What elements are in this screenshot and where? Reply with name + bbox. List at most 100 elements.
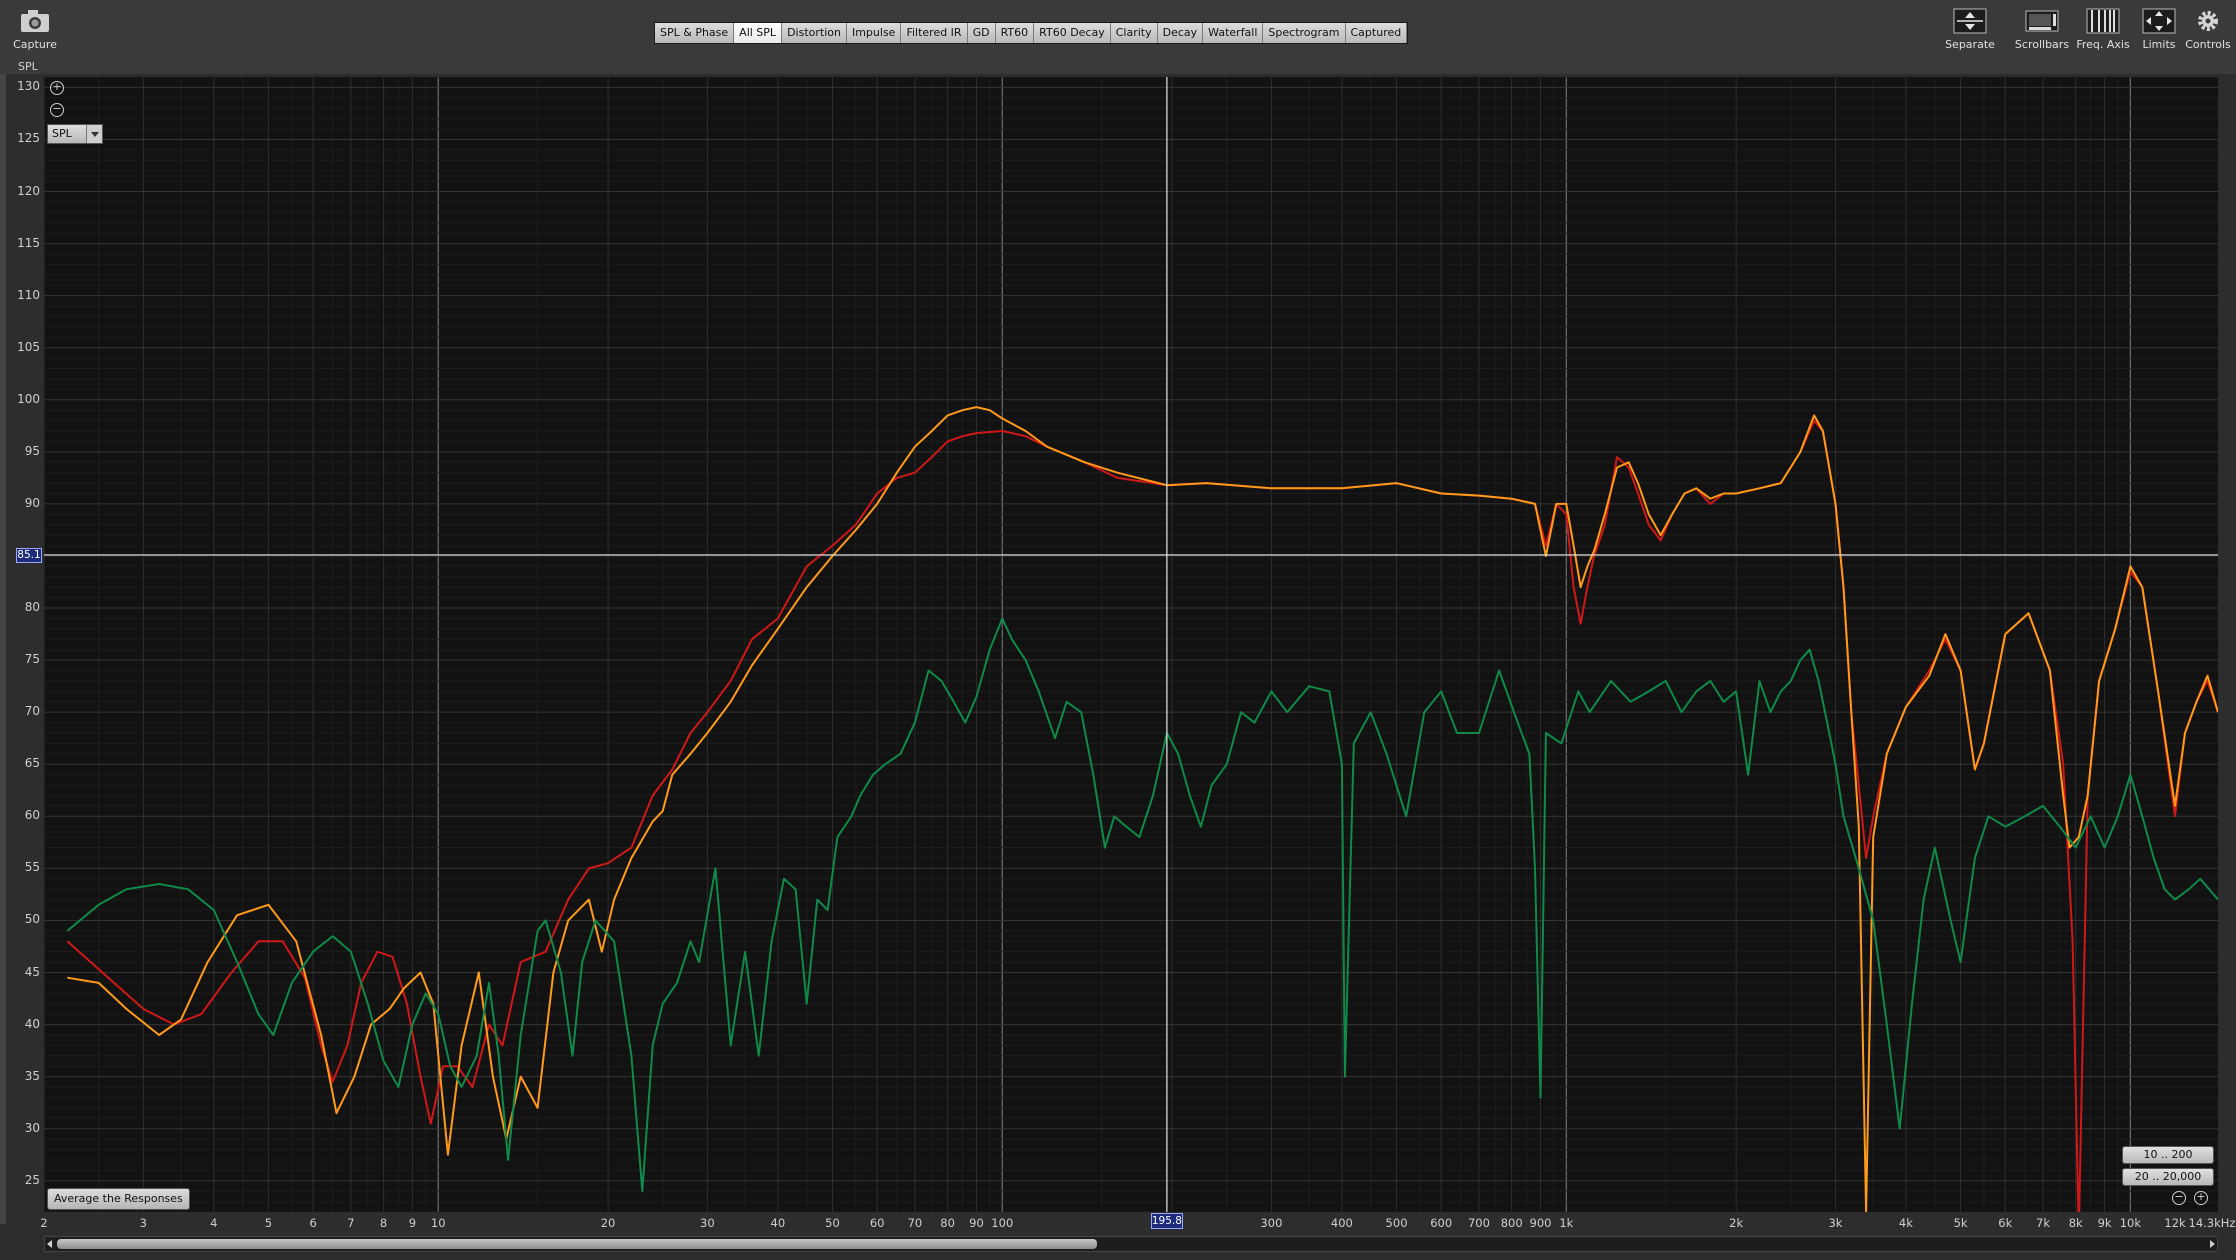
series-line-2 (66, 617, 2218, 1193)
tab-rt60[interactable]: RT60 (995, 23, 1035, 43)
x-tick-label: 20 (600, 1216, 616, 1230)
y-tick-label: 110 (17, 287, 40, 302)
x-tick-label: 5k (1953, 1216, 1968, 1230)
chevron-down-icon (86, 125, 102, 143)
y-tick-label: 55 (24, 860, 40, 875)
y-tick-label: 50 (24, 912, 40, 927)
y-tick-label: 60 (24, 808, 40, 823)
spl-chart (44, 77, 2218, 1212)
y-tick-label: 115 (17, 235, 40, 250)
limits-icon (2142, 8, 2176, 34)
range-20-20000-button[interactable]: 20 .. 20,000 (2122, 1168, 2214, 1186)
cursor-x-readout: 195.8 (1150, 1213, 1183, 1229)
x-tick-label: 8k (2068, 1216, 2083, 1230)
x-tick-label: 300 (1260, 1216, 1283, 1230)
tab-impulse[interactable]: Impulse (846, 23, 902, 43)
y-tick-label: 30 (24, 1120, 40, 1135)
capture-label: Capture (13, 38, 57, 51)
x-tick-label: 900 (1529, 1216, 1552, 1230)
x-tick-label: 40 (770, 1216, 786, 1230)
scroll-left-icon[interactable] (47, 1240, 52, 1248)
tab-waterfall[interactable]: Waterfall (1203, 23, 1264, 43)
y-tick-label: 25 (24, 1172, 40, 1187)
tab-clarity[interactable]: Clarity (1110, 23, 1158, 43)
tab-decay[interactable]: Decay (1157, 23, 1204, 43)
gear-icon (2198, 11, 2218, 31)
x-tick-label: 3 (139, 1216, 147, 1230)
average-responses-button[interactable]: Average the Responses (47, 1188, 190, 1210)
x-tick-label: 10 (430, 1216, 446, 1230)
tab-distortion[interactable]: Distortion (782, 23, 847, 43)
zoom-in-y-icon[interactable]: + (50, 81, 64, 95)
y-tick-label: 40 (24, 1016, 40, 1031)
y-tick-label: 70 (24, 704, 40, 719)
top-toolbar: Capture SPL & Phase All SPL Distortion Impu… (0, 0, 2236, 74)
y-tick-label: 95 (24, 443, 40, 458)
y-tick-label: 130 (17, 79, 40, 94)
controls-button[interactable]: Controls (2173, 8, 2236, 68)
scrollbars-label: Scrollbars (2014, 38, 2070, 51)
y-tick-label: 45 (24, 964, 40, 979)
scrollbar-thumb[interactable] (57, 1239, 1097, 1249)
x-tick-label: 30 (700, 1216, 715, 1230)
y-tick-label: 35 (24, 1068, 40, 1083)
tab-rt60-decay[interactable]: RT60 Decay (1034, 23, 1111, 43)
x-tick-label: 80 (940, 1216, 955, 1230)
horizontal-scrollbar[interactable] (44, 1236, 2218, 1252)
tab-filtered-ir[interactable]: Filtered IR (901, 23, 968, 43)
x-tick-label: 90 (969, 1216, 984, 1230)
y-tick-label: 125 (17, 131, 40, 146)
x-tick-label: 9k (2097, 1216, 2112, 1230)
controls-label: Controls (2185, 38, 2231, 51)
capture-button[interactable]: Capture (0, 8, 70, 68)
range-10-200-button[interactable]: 10 .. 200 (2122, 1146, 2214, 1164)
tab-all-spl[interactable]: All SPL (734, 23, 783, 43)
y-tick-label: 90 (24, 495, 40, 510)
y-axis-unit-label: SPL (18, 60, 38, 73)
zoom-out-y-icon[interactable]: − (50, 103, 64, 117)
y-tick-label: 65 (24, 756, 40, 771)
spl-dropdown-value: SPL (52, 127, 72, 140)
zoom-in-x-icon[interactable]: + (2194, 1191, 2208, 1205)
x-tick-label: 10k (2119, 1216, 2142, 1230)
scrollbars-button[interactable]: Scrollbars (2007, 8, 2077, 68)
x-tick-label: 70 (907, 1216, 923, 1230)
tab-spectrogram[interactable]: Spectrogram (1263, 23, 1346, 43)
x-tick-label: 500 (1385, 1216, 1408, 1230)
zoom-out-x-icon[interactable]: − (2172, 1191, 2186, 1205)
x-tick-label: 12k (2164, 1216, 2186, 1230)
tab-gd[interactable]: GD (967, 23, 996, 43)
x-tick-label: 100 (991, 1216, 1014, 1230)
x-tick-label: 4k (1898, 1216, 1913, 1230)
x-tick-label: 60 (869, 1216, 885, 1230)
x-tick-label: 800 (1500, 1216, 1523, 1230)
x-tick-label: 8 (379, 1216, 388, 1230)
tab-captured[interactable]: Captured (1345, 23, 1408, 43)
left-panel-strip (0, 74, 6, 1224)
y-tick-label: 80 (24, 600, 40, 615)
plot-area[interactable] (44, 77, 2218, 1212)
app-window: Capture SPL & Phase All SPL Distortion Impu… (0, 0, 2236, 1260)
separate-label: Separate (1945, 38, 1995, 51)
x-tick-label: 2k (1729, 1216, 1744, 1230)
x-tick-label: 4 (210, 1216, 218, 1230)
x-tick-label: 1k (1559, 1216, 1574, 1230)
x-tick-label: 2 (40, 1216, 48, 1230)
spl-dropdown[interactable]: SPL (47, 124, 103, 144)
y-tick-label: 100 (17, 391, 40, 406)
cursor-y-readout: 85.1 (16, 547, 42, 563)
x-tick-label: 6 (309, 1216, 317, 1230)
separate-button[interactable]: Separate (1935, 8, 2005, 68)
x-tick-label: 3k (1828, 1216, 1843, 1230)
y-tick-label: 105 (17, 339, 40, 354)
x-tick-label: 7k (2036, 1216, 2050, 1230)
x-tick-label: 50 (825, 1216, 840, 1230)
tab-spl-phase[interactable]: SPL & Phase (655, 23, 735, 43)
x-tick-label: 6k (1998, 1216, 2013, 1230)
x-tick-label: 600 (1430, 1216, 1453, 1230)
x-tick-label: 7 (347, 1216, 355, 1230)
x-tick-label: 14.3kHz (2188, 1216, 2236, 1230)
separate-icon (1953, 8, 1987, 34)
scroll-right-icon[interactable] (2210, 1240, 2215, 1248)
view-tabs: SPL & Phase All SPL Distortion Impulse Filte… (654, 22, 1409, 44)
